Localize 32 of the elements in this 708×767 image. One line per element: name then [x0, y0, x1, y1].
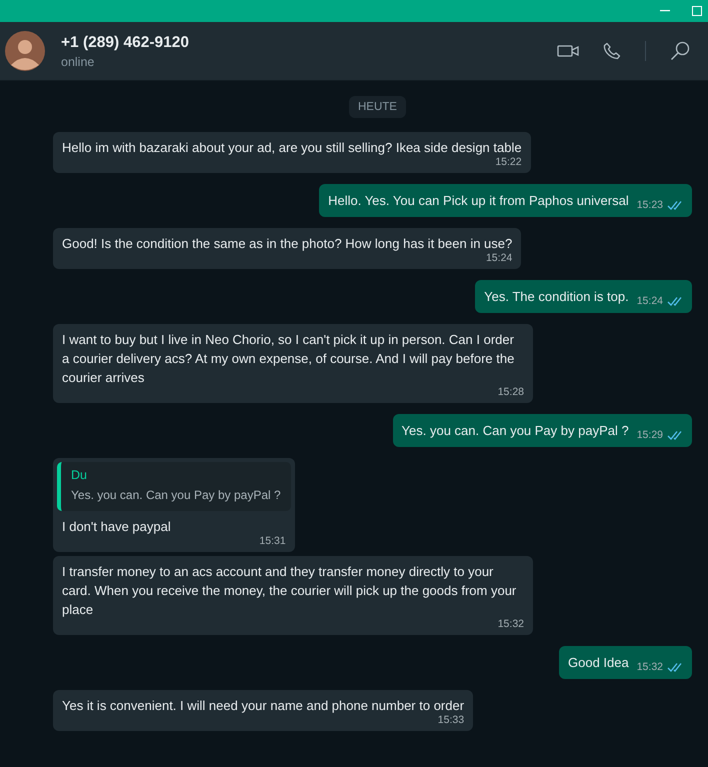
search-icon[interactable] [670, 41, 690, 61]
message-time: 15:22 [495, 155, 522, 169]
message-time: 15:32 [498, 617, 524, 631]
message-time: 15:32 [636, 660, 663, 674]
contact-status: online [61, 54, 96, 68]
message-text: I want to buy but I live in Neo Chorio, so I can't pick it up in person. Can I order a courier delivery acs? At my own expense, of course. And I will pay before the courier arrives [62, 332, 516, 385]
minimize-icon[interactable] [660, 10, 670, 12]
video-call-icon[interactable] [557, 44, 579, 58]
message-text: Yes. The condition is top. [484, 289, 629, 304]
message-text: Hello. Yes. You can Pick up it from Paphos universal [328, 193, 629, 208]
quoted-message[interactable]: Du Yes. you can. Can you Pay by payPal ? [57, 462, 291, 511]
message-text: Good Idea [568, 655, 629, 670]
message-time: 15:31 [259, 534, 286, 548]
message-time: 15:24 [486, 251, 512, 265]
message-text: Good! Is the condition the same as in the photo? How long has it been in use? [62, 236, 512, 251]
message-time: 15:28 [498, 385, 524, 399]
message-text: Hello im with bazaraki about your ad, are you still selling? Ikea side design table [62, 140, 522, 155]
message-time: 15:29 [636, 428, 663, 442]
quote-text: Yes. you can. Can you Pay by payPal ? [71, 487, 281, 504]
message-text: Yes it is convenient. I will need your name and phone number to order [62, 698, 464, 713]
message-time: 15:24 [636, 294, 663, 308]
maximize-icon[interactable] [692, 6, 702, 16]
message-text: Yes. you can. Can you Pay by payPal ? [402, 423, 629, 438]
phone-icon[interactable] [603, 42, 621, 60]
avatar[interactable] [5, 31, 45, 71]
message-time: 15:23 [636, 198, 663, 212]
contact-name: +1 (289) 462-9120 [61, 34, 190, 52]
message-text: I don't have paypal [62, 519, 171, 534]
message-text: I transfer money to an acs account and they transfer money directly to your card. When you receive the money, the courier will pick up the goods from your place [62, 564, 518, 617]
date-divider: HEUTE [349, 96, 406, 118]
message-time: 15:33 [438, 713, 464, 727]
quote-author: Du [71, 467, 88, 484]
